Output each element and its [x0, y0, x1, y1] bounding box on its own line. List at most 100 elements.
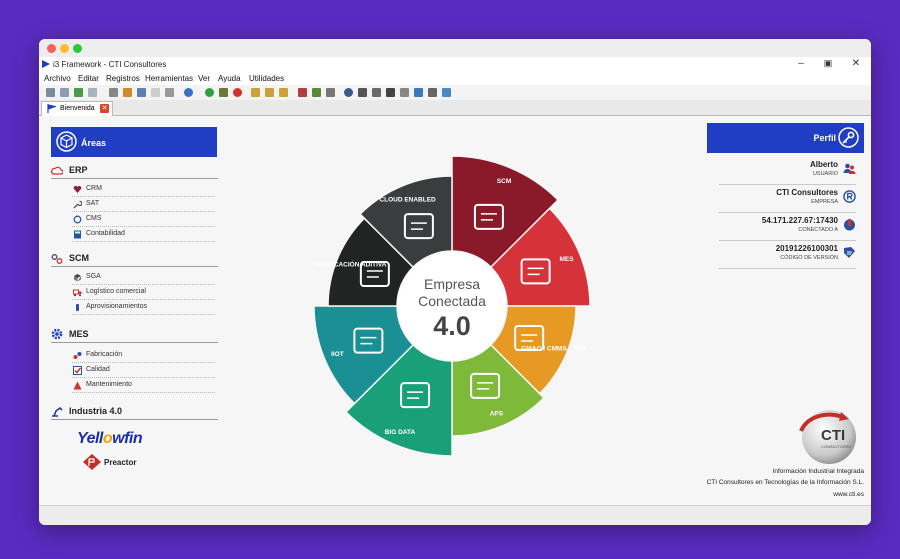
toolbar-delete-icon[interactable] [233, 88, 242, 97]
cloud-network-icon [51, 166, 63, 175]
perfil-company: CTI Consultores EMPRESA [719, 187, 856, 213]
toolbar-mail-icon[interactable] [137, 88, 146, 97]
empresa-conectada-wheel: SCM MES GMAO / CMMS / TPM APS BIG DATA IIOT FA… [313, 155, 591, 457]
toolbar-doc-icon[interactable] [151, 88, 160, 97]
yellowfin-logo[interactable]: Yellowfin [77, 430, 143, 448]
preactor-mark-icon [83, 454, 101, 470]
toolbar-window-icon[interactable] [442, 88, 451, 97]
section-industria[interactable]: Industria 4.0 [51, 404, 218, 420]
toolbar-calc2-icon[interactable] [428, 88, 437, 97]
tab-bar: Bienvenida ✕ [39, 100, 871, 116]
section-scm[interactable]: SCM [51, 251, 218, 267]
toolbar-edit-icon[interactable] [46, 88, 55, 97]
toolbar-tree-icon[interactable] [74, 88, 83, 97]
item-cms[interactable]: CMS [72, 213, 215, 227]
item-label: SAT [86, 200, 100, 207]
maximize-button[interactable]: ▣ [821, 58, 835, 69]
perfil-header[interactable]: Perfil [707, 123, 864, 153]
perfil-user: Alberto USUARIO [719, 159, 856, 185]
menu-registros[interactable]: Registros [106, 74, 140, 83]
item-fabricacion[interactable]: Fabricación [72, 349, 215, 363]
toolbar-home-icon[interactable] [123, 88, 132, 97]
toolbar-edit-record-icon[interactable] [219, 88, 228, 97]
menu-ver[interactable]: Ver [198, 74, 210, 83]
toolbar-save-icon[interactable] [414, 88, 423, 97]
section-label: SCM [69, 253, 89, 263]
chain-icon [51, 254, 63, 264]
calculator-icon [74, 230, 81, 239]
wheel-segment-label: MES [560, 256, 575, 263]
footer-website[interactable]: www.cti.es [833, 491, 864, 498]
zoom-window-dot[interactable] [73, 44, 82, 53]
close-window-dot[interactable] [47, 44, 56, 53]
toolbar-group3-icon[interactable] [279, 88, 288, 97]
item-mantenimiento[interactable]: Mantenimiento [72, 379, 215, 393]
item-label: SGA [86, 273, 101, 280]
item-label: CRM [86, 185, 102, 192]
menu-editar[interactable]: Editar [78, 74, 99, 83]
wheel-segment-label: APS [490, 411, 504, 418]
item-sat[interactable]: SAT [72, 198, 215, 212]
window-title: i3 Framework - CTI Consultores [53, 60, 167, 69]
toolbar-copy-icon[interactable] [60, 88, 69, 97]
mac-titlebar [39, 39, 871, 57]
areas-header: Áreas [51, 127, 217, 157]
minimize-window-dot[interactable] [60, 44, 69, 53]
close-button[interactable]: ✕ [849, 58, 863, 69]
toolbar-group2-icon[interactable] [265, 88, 274, 97]
item-aprovisionamientos[interactable]: Aprovisionamientos [72, 301, 215, 315]
app-titlebar: i3 Framework - CTI Consultores – ▣ ✕ [39, 57, 871, 72]
tag-icon [844, 247, 855, 258]
toolbar-print2-icon[interactable] [372, 88, 381, 97]
toolbar-list-icon[interactable] [326, 88, 335, 97]
footer-company: CTI Consultores en Tecnologías de la Inf… [706, 479, 864, 486]
toolbar-search-icon[interactable] [344, 88, 353, 97]
menu-utilidades[interactable]: Utilidades [249, 74, 284, 83]
item-label: Logístico comercial [86, 288, 146, 295]
perfil-company-value: CTI Consultores [776, 188, 838, 197]
menu-archivo[interactable]: Archivo [44, 74, 71, 83]
perfil-server-label: CONECTADO A [798, 227, 838, 233]
item-crm[interactable]: CRM [72, 183, 215, 197]
toolbar-calc-icon[interactable] [109, 88, 118, 97]
toolbar-print-icon[interactable] [358, 88, 367, 97]
toolbar-export-icon[interactable] [400, 88, 409, 97]
perfil-version-label: CÓDIGO DE VERSIÓN [780, 255, 838, 261]
perfil-server: 54.171.227.67:17430 CONECTADO A [719, 215, 856, 241]
menu-herramientas[interactable]: Herramientas [145, 74, 193, 83]
cti-logo: CTI CONSULTORES [799, 410, 856, 464]
section-mes[interactable]: MES [51, 327, 218, 343]
perfil-title: Perfil [813, 133, 836, 143]
wheel-center-version: 4.0 [433, 311, 471, 341]
box-icon [74, 274, 81, 282]
perfil-user-value: Alberto [810, 160, 838, 169]
section-erp[interactable]: ERP [51, 163, 218, 179]
molecule-icon [73, 352, 82, 359]
item-calidad[interactable]: Calidad [72, 364, 215, 378]
key-icon [838, 127, 859, 148]
minimize-button[interactable]: – [794, 58, 808, 69]
item-sga[interactable]: SGA [72, 271, 215, 285]
toolbar-pages-icon[interactable] [88, 88, 97, 97]
cti-logo-text: CTI [821, 427, 845, 444]
refresh-icon [73, 215, 82, 224]
item-label: Aprovisionamientos [86, 303, 148, 310]
toolbar-add-icon[interactable] [205, 88, 214, 97]
logo-text: Yell [77, 430, 103, 447]
tab-bienvenida[interactable]: Bienvenida ✕ [41, 101, 113, 116]
toolbar-flag2-icon[interactable] [312, 88, 321, 97]
menu-ayuda[interactable]: Ayuda [218, 74, 241, 83]
item-logistico-comercial[interactable]: Logístico comercial [72, 286, 215, 300]
toolbar-preview-icon[interactable] [386, 88, 395, 97]
toolbar-attach-icon[interactable] [165, 88, 174, 97]
areas-title: Áreas [81, 138, 107, 148]
toolbar-group1-icon[interactable] [251, 88, 260, 97]
tab-close-icon[interactable]: ✕ [100, 104, 109, 113]
wheel-segment-label: CLOUD ENABLED [379, 196, 436, 203]
wrench-icon [73, 200, 82, 209]
toolbar-help-icon[interactable] [184, 88, 193, 97]
section-label: Industria 4.0 [69, 406, 123, 416]
item-contabilidad[interactable]: Contabilidad [72, 228, 215, 242]
toolbar-flag-icon[interactable] [298, 88, 307, 97]
logo-text: Preactor [104, 458, 137, 467]
